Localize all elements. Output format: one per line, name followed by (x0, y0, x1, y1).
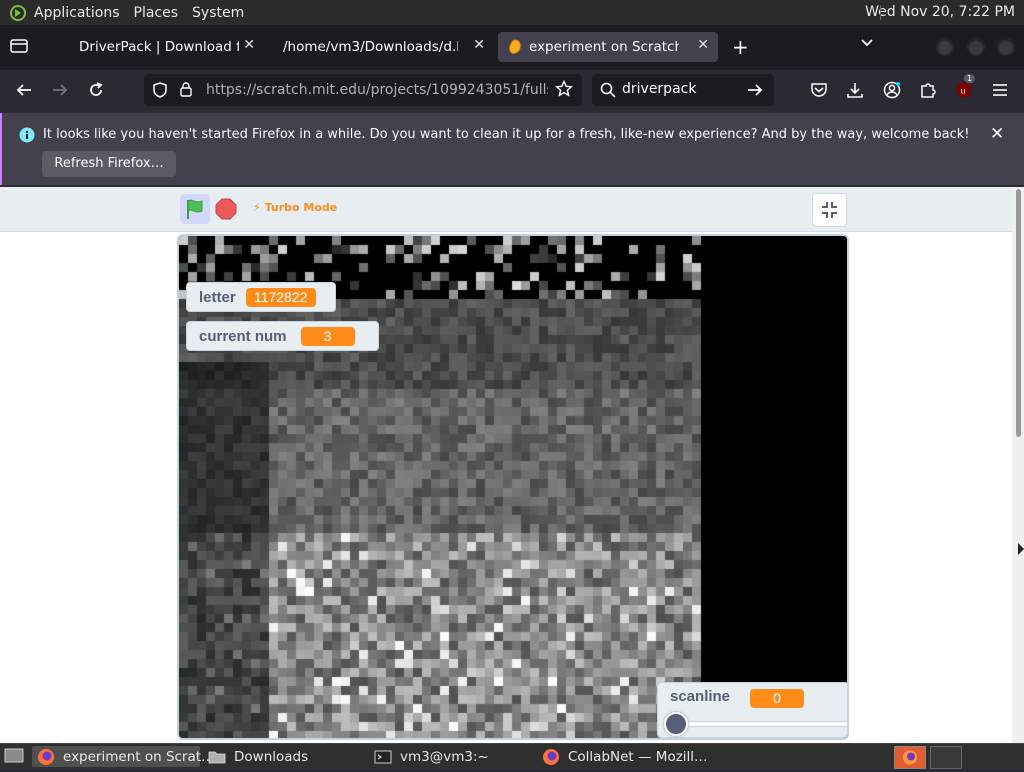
tab-scratch-experiment[interactable]: experiment on Scratch ✕ (498, 32, 718, 62)
svg-text:u: u (961, 87, 966, 96)
page-scrollbar-thumb[interactable] (1016, 189, 1021, 437)
url-host: https://scratch.mit.edu (206, 82, 366, 98)
reload-icon[interactable] (84, 78, 108, 102)
tab-title: DriverPack | Download free (79, 39, 239, 55)
firefox-icon (903, 750, 917, 765)
places-menu[interactable]: Places (134, 5, 179, 21)
firefox-icon (542, 748, 560, 766)
tab-title: experiment on Scratch (529, 39, 679, 55)
monitor-scanline-slider[interactable]: scanline 0 (657, 682, 847, 738)
tab-strip: DriverPack | Download free ✕ /home/vm3/D… (0, 25, 1024, 70)
scratch-stage[interactable]: letter 1172822 current num 3 scanline 0 (177, 234, 849, 740)
url-path: /projects/1099243051/fullscreen/ (365, 82, 548, 98)
tab-downloads-hta[interactable]: /home/vm3/Downloads/d.hta ✕ (268, 32, 494, 62)
search-bar[interactable]: driverpack (592, 74, 774, 106)
exit-fullscreen-button[interactable] (812, 193, 847, 227)
hamburger-menu-icon[interactable] (988, 78, 1012, 102)
tracking-shield-icon[interactable] (153, 82, 167, 102)
monitor-label: letter (199, 288, 236, 306)
bookmark-star-icon[interactable] (555, 79, 573, 102)
lightning-icon: ⚡ (253, 201, 265, 214)
scratch-controls-bar: ⚡ Turbo Mode (0, 187, 1012, 232)
url-bar[interactable]: https://scratch.mit.edu/projects/1099243… (144, 74, 582, 106)
monitor-value: 1172822 (245, 287, 316, 307)
ublock-origin-icon[interactable]: u 1 (952, 74, 976, 102)
refresh-firefox-notification: It looks like you haven't started Firefo… (0, 113, 1024, 185)
notification-message: It looks like you haven't started Firefo… (43, 127, 970, 142)
refresh-firefox-button[interactable]: Refresh Firefox… (42, 151, 176, 177)
monitor-value: 0 (750, 689, 804, 708)
taskbar-item-label: experiment on Scrat… (63, 748, 215, 765)
firefox-icon (37, 748, 55, 766)
scratch-page: ⚡ Turbo Mode letter 1172822 current num … (0, 187, 1012, 743)
taskbar-item-label: vm3@vm3:~ (400, 748, 489, 765)
firefox-view-icon[interactable] (10, 38, 28, 58)
tab-close-icon[interactable]: ✕ (473, 37, 485, 53)
monitor-label: scanline (670, 688, 731, 705)
tab-title: /home/vm3/Downloads/d.hta (283, 39, 458, 55)
bottom-taskbar: experiment on Scrat… Downloads vm3@vm3:~… (0, 743, 1024, 769)
green-flag-button[interactable] (180, 194, 210, 224)
search-icon (600, 82, 616, 102)
turbo-mode-indicator: ⚡ Turbo Mode (253, 201, 337, 214)
window-maximize-button[interactable] (967, 38, 985, 56)
window-minimize-button[interactable] (936, 38, 954, 56)
navigation-toolbar: https://scratch.mit.edu/projects/1099243… (0, 70, 1024, 110)
account-icon[interactable] (880, 78, 904, 102)
unfullscreen-icon (822, 202, 837, 218)
notification-close-icon[interactable]: ✕ (990, 124, 1004, 144)
tab-close-icon[interactable]: ✕ (697, 37, 709, 53)
show-desktop-icon[interactable] (4, 747, 24, 769)
mouse-cursor-icon (1018, 543, 1024, 555)
pocket-icon[interactable] (807, 78, 831, 102)
downloads-icon[interactable] (843, 78, 867, 102)
system-menu[interactable]: System (192, 5, 244, 21)
panel-separator (880, 5, 881, 20)
monitor-value: 3 (300, 326, 355, 346)
taskbar-item-terminal[interactable]: vm3@vm3:~ (372, 746, 532, 767)
applications-menu[interactable]: Applications (34, 5, 120, 21)
workspace-switcher[interactable] (894, 746, 926, 769)
slider-track[interactable] (666, 721, 847, 727)
tab-close-icon[interactable]: ✕ (243, 37, 255, 53)
search-input[interactable]: driverpack (622, 81, 696, 97)
window-close-button[interactable] (997, 38, 1015, 56)
stop-sign-icon (215, 198, 237, 220)
monitor-label: current num (199, 327, 287, 345)
monitor-letter[interactable]: letter 1172822 (186, 282, 336, 312)
green-flag-icon (187, 199, 203, 219)
taskbar-item-downloads[interactable]: Downloads (204, 746, 364, 767)
system-top-panel: Applications Places System Wed Nov 20, 7… (0, 0, 1024, 25)
panel-clock[interactable]: Wed Nov 20, 7:22 PM (865, 4, 1015, 20)
taskbar-item-label: CollabNet — Mozill… (568, 748, 708, 765)
lock-icon[interactable] (180, 82, 192, 101)
scratch-favicon-icon (508, 39, 522, 59)
taskbar-item-label: Downloads (234, 748, 309, 765)
slider-handle[interactable] (664, 712, 688, 736)
extension-badge: 1 (964, 74, 976, 83)
list-all-tabs-chevron-icon[interactable] (860, 37, 874, 52)
new-tab-plus-icon[interactable]: + (732, 35, 749, 59)
taskbar-item-scratch[interactable]: experiment on Scrat… (32, 746, 215, 767)
workspace-switcher-2[interactable] (930, 746, 962, 769)
turbo-mode-label: Turbo Mode (264, 201, 338, 214)
url-text[interactable]: https://scratch.mit.edu/projects/1099243… (206, 82, 548, 98)
extensions-puzzle-icon[interactable] (916, 78, 940, 102)
terminal-icon (374, 749, 392, 765)
folder-icon (208, 749, 226, 765)
monitor-current-num[interactable]: current num 3 (186, 321, 379, 351)
stop-button[interactable] (215, 198, 237, 220)
forward-arrow-icon[interactable] (48, 78, 72, 102)
tab-driverpack[interactable]: DriverPack | Download free ✕ (64, 32, 264, 62)
search-go-arrow-icon[interactable] (746, 82, 764, 102)
system-logo-icon[interactable] (10, 4, 26, 21)
back-arrow-icon[interactable] (12, 78, 36, 102)
taskbar-item-collabnet[interactable]: CollabNet — Mozill… (540, 746, 710, 767)
info-icon (19, 127, 35, 147)
